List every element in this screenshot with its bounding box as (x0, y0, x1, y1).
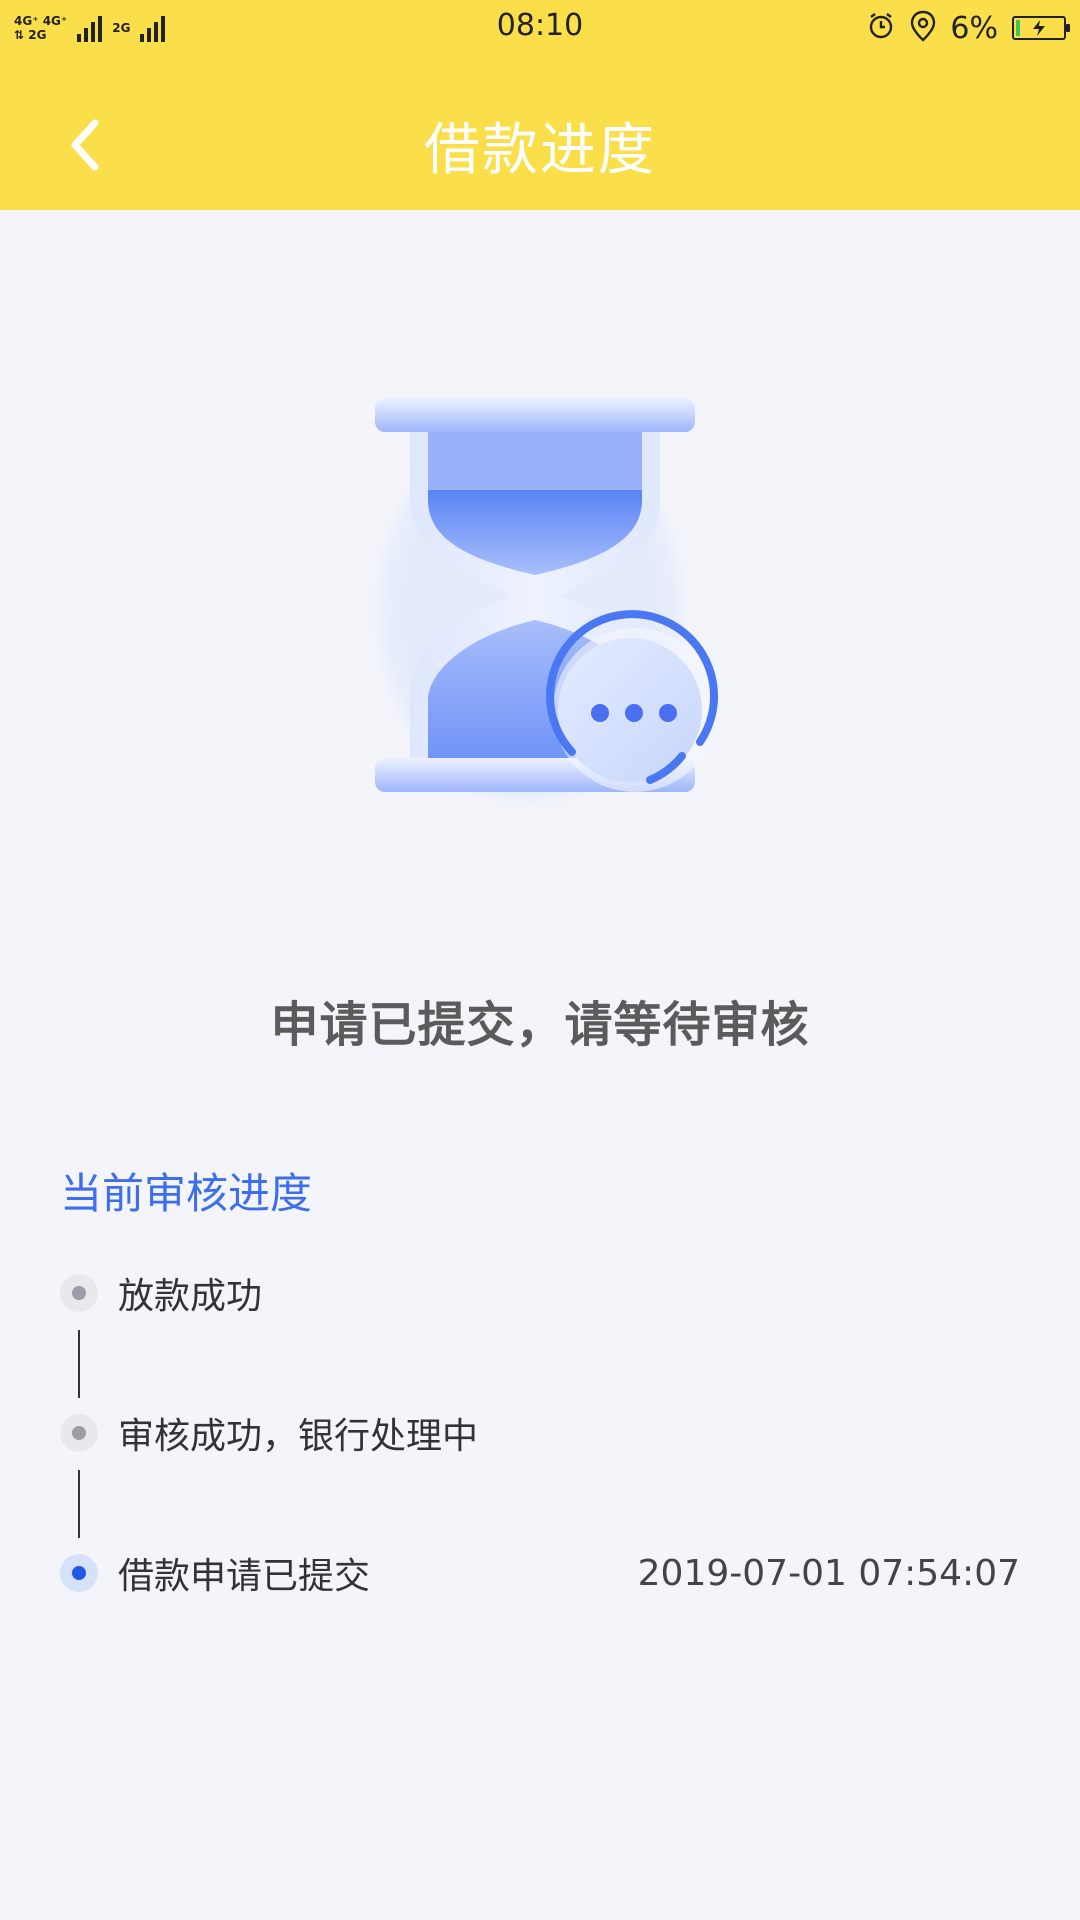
timeline-connector (78, 1470, 80, 1538)
status-bar: 4G⁺ 4G⁺ ⇅ 2G 2G 08:10 6% (0, 0, 1080, 60)
alarm-icon (866, 11, 896, 45)
step-label: 放款成功 (118, 1276, 263, 1317)
status-icons: 6% (866, 8, 1070, 48)
timeline-step-loan-disbursed: 放款成功 (60, 1262, 1020, 1324)
page-title: 借款进度 (424, 118, 656, 183)
step-dot-icon (60, 1414, 98, 1452)
app-header: 借款进度 (0, 60, 1080, 210)
timeline-step-review-approved: 审核成功，银行处理中 (60, 1402, 1020, 1464)
step-label: 审核成功，银行处理中 (118, 1416, 479, 1457)
battery-charging-icon (1012, 16, 1070, 40)
location-icon (910, 10, 936, 46)
step-label: 借款申请已提交 (118, 1556, 371, 1597)
step-dot-active-icon (60, 1554, 98, 1592)
battery-percent: 6% (950, 10, 998, 46)
submission-status-message: 申请已提交，请等待审核 (270, 997, 810, 1053)
timeline-connector (78, 1330, 80, 1398)
step-dot-icon (60, 1274, 98, 1312)
progress-section-title: 当前审核进度 (60, 1169, 313, 1218)
timeline-step-application-submitted: 借款申请已提交 2019-07-01 07:54:07 (60, 1542, 1020, 1604)
progress-timeline: 放款成功 审核成功，银行处理中 借款申请已提交 2019-07-01 07:54… (60, 1262, 1020, 1604)
hourglass-waiting-icon (360, 380, 740, 830)
step-time: 2019-07-01 07:54:07 (637, 1552, 1020, 1594)
